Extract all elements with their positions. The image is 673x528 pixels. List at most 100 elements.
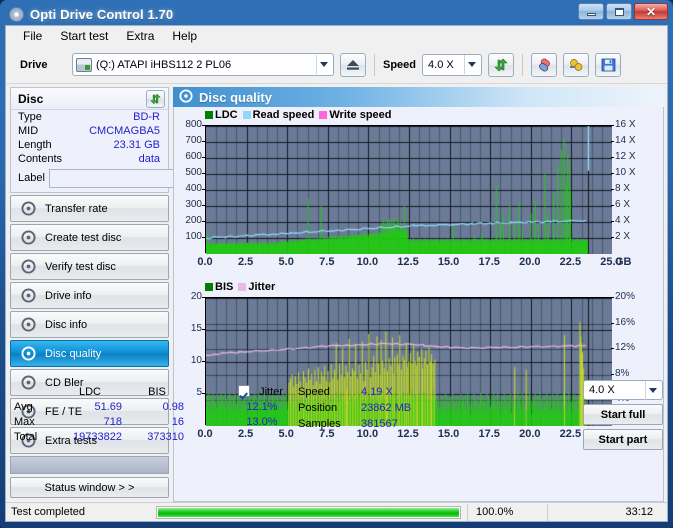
- test-speed-select[interactable]: 4.0 X: [583, 380, 663, 400]
- disc-icon: [21, 346, 36, 361]
- sidebar-item-disc-quality[interactable]: Disc quality: [10, 340, 169, 367]
- y-axis-tick: [202, 205, 205, 206]
- sidebar-item-transfer-rate[interactable]: Transfer rate: [10, 195, 169, 222]
- run-info-position: Position 23862 MB: [297, 400, 421, 416]
- y2-axis-tick: [611, 221, 614, 222]
- disc-key-mid: MID: [18, 125, 39, 137]
- disc-row-contents: Contents data: [11, 152, 168, 166]
- disc-row-mid: MID CMCMAGBA5: [11, 124, 168, 138]
- disc-group-header: Disc: [11, 88, 168, 110]
- toolbar-separator: [374, 53, 375, 76]
- disc-label-key: Label: [18, 172, 45, 184]
- table-row: Avg 51.69 0.98 12.1%: [10, 399, 290, 414]
- minimize-button[interactable]: [578, 3, 604, 20]
- legend-label: Read speed: [252, 109, 315, 121]
- menu-help[interactable]: Help: [163, 27, 206, 45]
- app-icon: [9, 7, 24, 22]
- erase-button[interactable]: [531, 52, 558, 77]
- y-axis-tick: [202, 221, 205, 222]
- y-axis-tick: [202, 237, 205, 238]
- legend-swatch-icon: [205, 283, 213, 291]
- y2-axis-tick-label: 2 X: [615, 231, 631, 242]
- x-axis-tick-label: 20.0: [519, 428, 541, 440]
- refresh-button[interactable]: [488, 52, 515, 77]
- stats-row-label-max: Max: [14, 415, 35, 428]
- eject-button[interactable]: [340, 52, 366, 77]
- legend-entry: LDC: [205, 109, 238, 121]
- chevron-down-icon[interactable]: [316, 55, 331, 74]
- x-axis-tick-label: 10.0: [356, 256, 379, 268]
- y-axis-tick: [202, 173, 205, 174]
- stats-total-ldc: 19733822: [73, 430, 122, 443]
- legend-entry: Write speed: [319, 109, 392, 121]
- legend-entry: Jitter: [238, 281, 275, 293]
- drive-select-value: (Q:) ATAPI iHBS112 2 PL06: [96, 58, 232, 71]
- sidebar-item-create-test-disc[interactable]: Create test disc: [10, 224, 169, 251]
- speed-info-value: 4.19 X: [361, 386, 393, 398]
- main-content: Disc Type BD-R MID CMCMAGBA5 Length 23.3…: [6, 84, 667, 502]
- stats-col-bis: BIS: [148, 385, 166, 398]
- plug-icon: [569, 58, 582, 71]
- y2-axis-tick-label: 12%: [615, 342, 636, 354]
- speed-label: Speed: [383, 58, 417, 71]
- y2-axis-tick-label: 4 X: [615, 215, 631, 226]
- jitter-checkbox[interactable]: [238, 385, 250, 397]
- sidebar-item-verify-test-disc[interactable]: Verify test disc: [10, 253, 169, 280]
- x-axis-tick-label: 0.0: [197, 256, 213, 268]
- legend-swatch-icon: [205, 111, 213, 119]
- legend-swatch-icon: [238, 283, 247, 291]
- start-part-button[interactable]: Start part: [583, 429, 663, 450]
- y-axis-tick-label: 100: [185, 231, 202, 242]
- disc-row-length: Length 23.31 GB: [11, 138, 168, 152]
- chevron-down-icon[interactable]: [464, 55, 479, 74]
- start-full-button[interactable]: Start full: [583, 404, 663, 425]
- y-axis-tick-label: 10: [190, 355, 202, 366]
- x-axis-tick-label: 15.0: [437, 256, 460, 268]
- sidebar-item-label: Disc info: [45, 318, 88, 331]
- y-axis-tick: [202, 329, 205, 330]
- y-axis-tick: [202, 157, 205, 158]
- disc-refresh-button[interactable]: [146, 89, 165, 108]
- sidebar-item-label: Transfer rate: [45, 202, 108, 215]
- disc-icon: [21, 201, 36, 216]
- legend-label: LDC: [215, 109, 238, 121]
- y-axis-tick: [202, 141, 205, 142]
- disc-info-group: Disc Type BD-R MID CMCMAGBA5 Length 23.3…: [10, 87, 253, 193]
- y-axis-tick-label: 15: [190, 323, 202, 334]
- legend-label: BIS: [215, 281, 234, 293]
- drive-select[interactable]: (Q:) ATAPI iHBS112 2 PL06: [72, 53, 334, 76]
- menu-extra[interactable]: Extra: [117, 27, 163, 45]
- chevron-down-icon[interactable]: [645, 380, 660, 400]
- close-button[interactable]: ✕: [634, 3, 668, 20]
- stats-row-label-avg: Avg: [14, 400, 33, 413]
- plug-button[interactable]: [563, 52, 590, 77]
- legend-entry: BIS: [205, 281, 233, 293]
- y2-axis-tick-label: 20%: [615, 291, 636, 302]
- menu-bar: File Start test Extra Help: [6, 26, 667, 46]
- y-axis-tick: [202, 361, 205, 362]
- speed-select[interactable]: 4.0 X: [422, 53, 483, 76]
- legend-entry: Read speed: [242, 109, 315, 121]
- legend-swatch-icon: [319, 111, 328, 119]
- maximize-button[interactable]: [606, 3, 632, 20]
- y2-axis-tick: [611, 297, 614, 298]
- stats-max-jitter: 13.0%: [246, 415, 278, 428]
- samples-label: Samples: [298, 418, 341, 430]
- y2-axis-tick: [611, 373, 614, 375]
- status-window-button[interactable]: Status window > >: [10, 477, 169, 498]
- x-axis-unit-label: GB: [615, 256, 632, 268]
- save-icon: [601, 58, 615, 71]
- disc-key-length: Length: [18, 139, 52, 151]
- position-value: 23862 MB: [361, 402, 412, 414]
- menu-start-test[interactable]: Start test: [51, 27, 117, 45]
- y2-axis-tick-label: 6 X: [615, 199, 631, 210]
- panel: Disc quality LDC Read speed Write speed 10…: [14, 84, 667, 502]
- stats-table: LDC BIS Jitter Avg 51.69 0.98 12.1% Max …: [10, 384, 500, 444]
- sidebar-item-disc-info[interactable]: Disc info: [10, 311, 169, 338]
- sidebar-item-drive-info[interactable]: Drive info: [10, 282, 169, 309]
- menu-file[interactable]: File: [14, 27, 51, 45]
- save-button[interactable]: [595, 52, 622, 77]
- bis-chart-legend: BIS Jitter: [205, 281, 275, 293]
- sidebar-item-label: Verify test disc: [45, 260, 116, 273]
- y2-axis-tick: [611, 173, 614, 174]
